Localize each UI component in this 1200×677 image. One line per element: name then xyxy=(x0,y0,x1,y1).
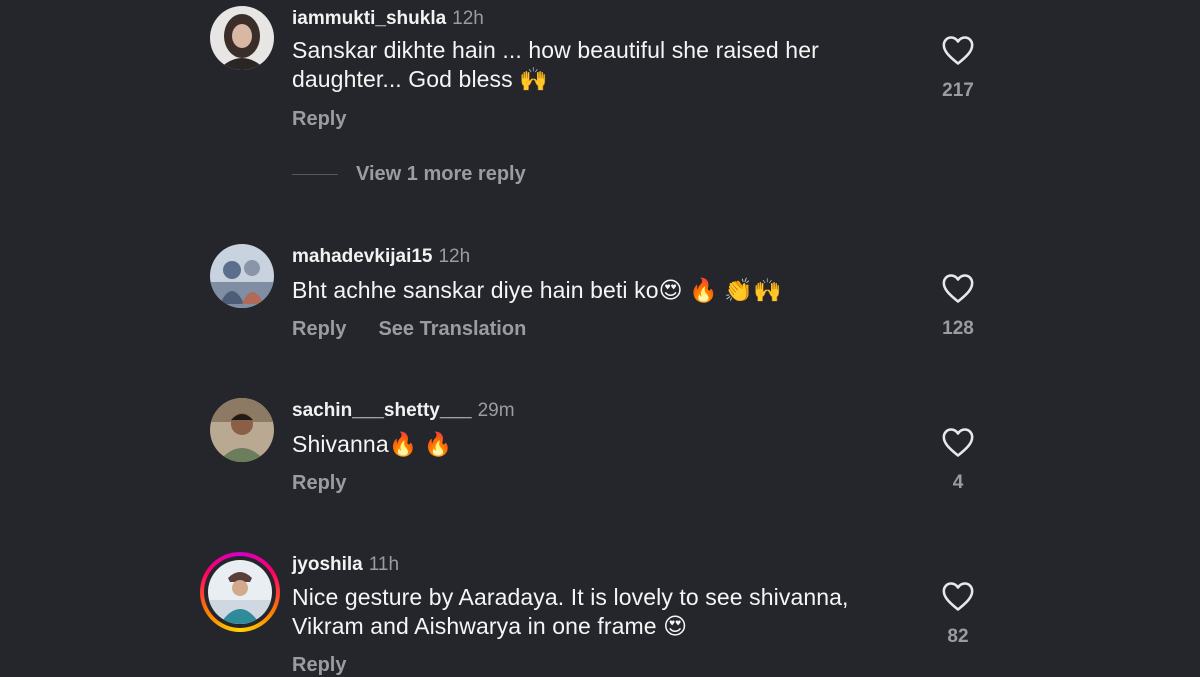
comment-meta: sachin___shetty___ 29m xyxy=(292,400,515,422)
username[interactable]: mahadevkijai15 xyxy=(292,246,432,267)
like-count: 82 xyxy=(947,626,969,647)
like-count: 217 xyxy=(942,80,974,101)
story-ring[interactable] xyxy=(200,552,280,632)
timestamp: 12h xyxy=(438,246,471,267)
comment-text: Bht achhe sanskar diye hain beti ko😍 🔥 👏… xyxy=(292,277,782,303)
comment-text: Sanskar dikhte hain ... how beautiful sh… xyxy=(292,37,819,92)
username[interactable]: iammukti_shukla xyxy=(292,8,446,29)
heart-outline-icon xyxy=(942,36,974,65)
like-count: 4 xyxy=(952,472,964,493)
avatar[interactable] xyxy=(210,6,274,70)
reply-button[interactable]: Reply xyxy=(292,472,346,494)
heart-outline-icon xyxy=(942,274,974,303)
like-button[interactable]: 82 xyxy=(938,580,978,648)
comment-actions: Reply xyxy=(292,108,378,131)
like-button[interactable]: 4 xyxy=(938,426,978,494)
username[interactable]: sachin___shetty___ xyxy=(292,400,472,421)
avatar[interactable] xyxy=(210,244,274,308)
divider xyxy=(292,174,338,176)
reply-button[interactable]: Reply xyxy=(292,654,346,676)
comment-actions: Reply xyxy=(292,654,378,677)
avatar[interactable] xyxy=(210,398,274,462)
timestamp: 11h xyxy=(368,554,400,575)
comment-text: Shivanna🔥 🔥 xyxy=(292,431,453,457)
timestamp: 29m xyxy=(477,400,515,421)
reply-button[interactable]: Reply xyxy=(292,318,346,340)
comment-actions: Reply xyxy=(292,472,378,495)
heart-outline-icon xyxy=(942,582,974,611)
like-button[interactable]: 217 xyxy=(938,34,978,102)
comment-actions: Reply See Translation xyxy=(292,318,558,341)
view-more-replies[interactable]: View 1 more reply xyxy=(292,163,526,186)
like-button[interactable]: 128 xyxy=(938,272,978,340)
timestamp: 12h xyxy=(452,8,484,29)
reply-button[interactable]: Reply xyxy=(292,108,346,130)
username[interactable]: jyoshila xyxy=(292,554,363,575)
comment-meta: mahadevkijai15 12h xyxy=(292,246,470,268)
heart-outline-icon xyxy=(942,428,974,457)
comment-meta: iammukti_shukla 12h xyxy=(292,8,484,30)
avatar xyxy=(208,560,272,624)
like-count: 128 xyxy=(942,318,974,339)
comment-text: Nice gesture by Aaradaya. It is lovely t… xyxy=(292,584,849,639)
see-translation-button[interactable]: See Translation xyxy=(378,318,526,340)
comment-meta: jyoshila 11h xyxy=(292,554,399,576)
view-more-label: View 1 more reply xyxy=(356,163,526,185)
